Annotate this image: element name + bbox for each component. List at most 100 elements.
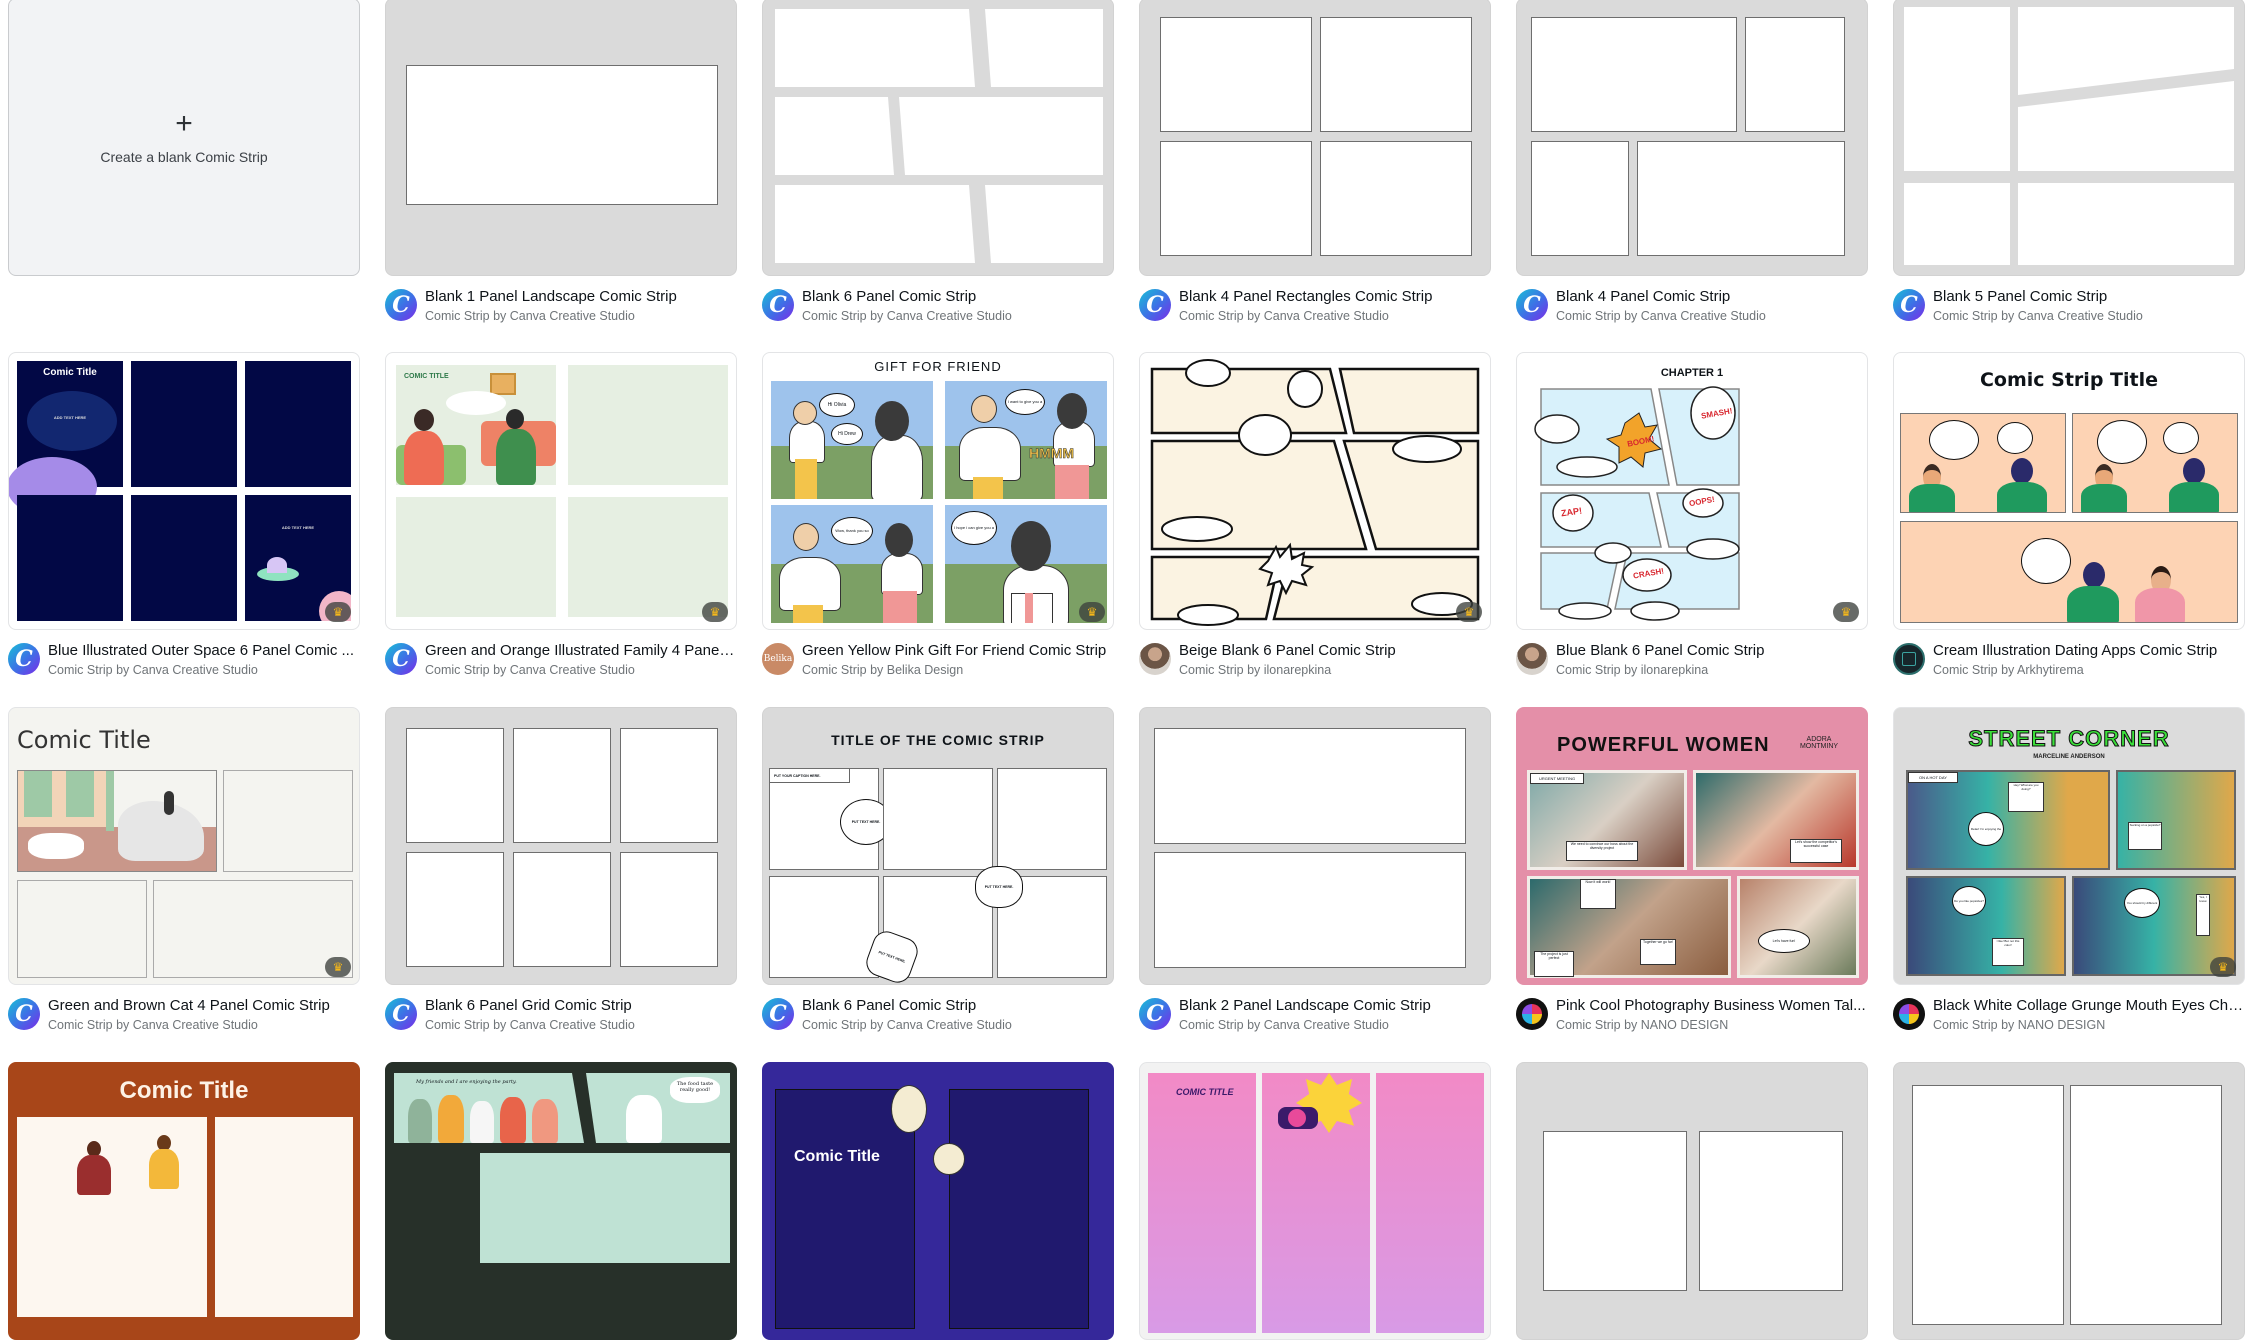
template-card[interactable]: C Blank 1 Panel Landscape Comic Strip Co… (385, 0, 737, 329)
template-card[interactable]: Comic Title ♛ C Green and Brown Cat 4 Pa… (8, 707, 360, 1038)
template-title[interactable]: Green and Orange Illustrated Family 4 Pa… (425, 642, 737, 659)
comic-panel (406, 852, 504, 967)
template-card[interactable]: Comic Title (8, 1062, 360, 1340)
template-title[interactable]: Cream Illustration Dating Apps Comic Str… (1933, 642, 2245, 659)
speech-bubble: Yes, I know (2196, 894, 2210, 936)
thumb-text: ADD TEXT HERE (53, 415, 87, 420)
template-thumbnail[interactable] (1893, 1062, 2245, 1340)
comic-panel (223, 770, 353, 872)
template-thumbnail[interactable] (1139, 0, 1491, 276)
template-thumbnail[interactable] (1516, 0, 1868, 276)
template-title[interactable]: Blank 4 Panel Comic Strip (1556, 288, 1868, 305)
template-thumbnail[interactable]: POWERFUL WOMEN ADORA MONTMINY URGENT MEE… (1516, 707, 1868, 985)
template-title[interactable]: Blank 2 Panel Landscape Comic Strip (1179, 997, 1491, 1014)
speech-bubble: Hey! What are you doing? (2008, 782, 2044, 812)
comic-panel: URGENT MEETING We need to convince our b… (1527, 770, 1687, 870)
template-card[interactable]: C Blank 2 Panel Landscape Comic Strip Co… (1139, 707, 1491, 1038)
template-card[interactable]: Comic Strip Title Cream Illustration Dat… (1893, 352, 2245, 683)
comic-panel: Comic Title ADD TEXT HERE (9, 361, 123, 517)
comic-panel (883, 768, 993, 870)
template-card[interactable]: STREET CORNER MARCELINE ANDERSON ON A HO… (1893, 707, 2245, 1038)
template-title[interactable]: Beige Blank 6 Panel Comic Strip (1179, 642, 1491, 659)
template-title[interactable]: Green and Brown Cat 4 Panel Comic Strip (48, 997, 360, 1014)
template-title[interactable]: Green Yellow Pink Gift For Friend Comic … (802, 642, 1114, 659)
template-card[interactable]: TITLE OF THE COMIC STRIP PUT YOUR CAPTIO… (762, 707, 1114, 1038)
template-thumbnail[interactable]: Comic Title ADD TEXT HERE ADD TEXT HERE … (8, 352, 360, 630)
thumb-author-text: ADORA MONTMINY (1799, 736, 1839, 750)
template-thumbnail[interactable]: CHAPTER 1 BOOM! SMASH! ZAP! OOPS! CRASH!… (1516, 352, 1868, 630)
template-card[interactable]: My friends and I are enjoying the party.… (385, 1062, 737, 1340)
template-card[interactable]: C Blank 4 Panel Rectangles Comic Strip C… (1139, 0, 1491, 329)
template-thumbnail[interactable]: ♛ (1139, 352, 1491, 630)
template-card[interactable]: Comic Title (762, 1062, 1114, 1340)
speech-bubble: I hope i can give you a present too (951, 511, 997, 545)
template-thumbnail[interactable]: Comic Title ♛ (8, 707, 360, 985)
template-card[interactable]: GIFT FOR FRIEND Hi Olivia Hi Drew HMMM I… (762, 352, 1114, 683)
template-thumbnail[interactable]: STREET CORNER MARCELINE ANDERSON ON A HO… (1893, 707, 2245, 985)
create-blank-button[interactable]: + Create a blank Comic Strip (8, 0, 360, 276)
template-author: Comic Strip by Canva Creative Studio (1933, 309, 2143, 323)
canva-logo-avatar: C (8, 998, 40, 1030)
panel-layout (1150, 359, 1480, 626)
template-card[interactable]: POWERFUL WOMEN ADORA MONTMINY URGENT MEE… (1516, 707, 1868, 1038)
template-thumbnail[interactable]: My friends and I are enjoying the party.… (385, 1062, 737, 1340)
template-card[interactable] (1516, 1062, 1868, 1340)
template-title[interactable]: Blue Illustrated Outer Space 6 Panel Com… (48, 642, 360, 659)
template-thumbnail[interactable]: TITLE OF THE COMIC STRIP PUT YOUR CAPTIO… (762, 707, 1114, 985)
comic-panel (1531, 17, 1737, 132)
comic-panel (131, 495, 237, 621)
canva-logo-avatar: C (762, 998, 794, 1030)
comic-panel (17, 1117, 207, 1317)
comic-panel (1154, 852, 1466, 968)
comic-panel (1900, 413, 2066, 513)
template-author: Comic Strip by Canva Creative Studio (48, 663, 258, 677)
comic-panel: Sucking on a popsicle? (2116, 770, 2236, 870)
template-thumbnail[interactable]: GIFT FOR FRIEND Hi Olivia Hi Drew HMMM I… (762, 352, 1114, 630)
template-title[interactable]: Blank 6 Panel Comic Strip (802, 288, 1114, 305)
template-author: Comic Strip by Canva Creative Studio (1179, 1018, 1389, 1032)
comic-panel: Hi Olivia Hi Drew (771, 381, 933, 499)
template-title[interactable]: Blank 6 Panel Comic Strip (802, 997, 1114, 1014)
template-card[interactable]: Comic Title ADD TEXT HERE ADD TEXT HERE … (8, 352, 360, 683)
template-title[interactable]: Blank 6 Panel Grid Comic Strip (425, 997, 737, 1014)
template-title[interactable]: Blank 5 Panel Comic Strip (1933, 288, 2245, 305)
create-blank-label: Create a blank Comic Strip (100, 149, 268, 165)
template-title[interactable]: Pink Cool Photography Business Women Tal… (1556, 997, 1868, 1014)
template-thumbnail[interactable] (1516, 1062, 1868, 1340)
thumb-title: TITLE OF THE COMIC STRIP (831, 732, 1045, 748)
comic-panel (1699, 1131, 1843, 1291)
template-thumbnail[interactable] (385, 0, 737, 276)
template-title[interactable]: Blue Blank 6 Panel Comic Strip (1556, 642, 1868, 659)
caption-box: PUT YOUR CAPTION HERE. (770, 769, 850, 783)
speech-bubble: Let's have fun! (1758, 929, 1810, 953)
template-card[interactable]: COMIC TITLE (1139, 1062, 1491, 1340)
comic-panel (949, 1089, 1089, 1329)
template-card[interactable]: C Blank 6 Panel Grid Comic Strip Comic S… (385, 707, 737, 1038)
template-card[interactable]: C Blank 4 Panel Comic Strip Comic Strip … (1516, 0, 1868, 329)
template-thumbnail[interactable]: Comic Title (762, 1062, 1114, 1340)
template-thumbnail[interactable]: Comic Strip Title (1893, 352, 2245, 630)
thumb-title: Comic Title (17, 726, 151, 754)
template-thumbnail[interactable] (762, 0, 1114, 276)
template-card[interactable]: C Blank 5 Panel Comic Strip Comic Strip … (1893, 0, 2245, 329)
panel-layout (1904, 7, 2234, 265)
template-thumbnail[interactable] (1139, 707, 1491, 985)
template-card[interactable]: COMIC TITLE ♛ C Green and Orange Illustr… (385, 352, 737, 683)
speech-bubble: I like! But not this color! (1992, 938, 2024, 966)
template-thumbnail[interactable]: Comic Title (8, 1062, 360, 1340)
comic-panel (568, 365, 728, 485)
template-thumbnail[interactable] (385, 707, 737, 985)
template-title[interactable]: Blank 1 Panel Landscape Comic Strip (425, 288, 737, 305)
plus-icon: + (175, 107, 193, 140)
template-card[interactable]: ♛ Beige Blank 6 Panel Comic Strip Comic … (1139, 352, 1491, 683)
template-thumbnail[interactable]: COMIC TITLE (1139, 1062, 1491, 1340)
template-thumbnail[interactable]: COMIC TITLE ♛ (385, 352, 737, 630)
belika-design-avatar: Belika (762, 643, 794, 675)
template-card[interactable] (1893, 1062, 2245, 1340)
template-thumbnail[interactable] (1893, 0, 2245, 276)
template-title[interactable]: Black White Collage Grunge Mouth Eyes Ch… (1933, 997, 2245, 1014)
template-card[interactable]: CHAPTER 1 BOOM! SMASH! ZAP! OOPS! CRASH!… (1516, 352, 1868, 683)
canva-logo-avatar: C (762, 289, 794, 321)
template-title[interactable]: Blank 4 Panel Rectangles Comic Strip (1179, 288, 1491, 305)
template-card[interactable]: C Blank 6 Panel Comic Strip Comic Strip … (762, 0, 1114, 329)
